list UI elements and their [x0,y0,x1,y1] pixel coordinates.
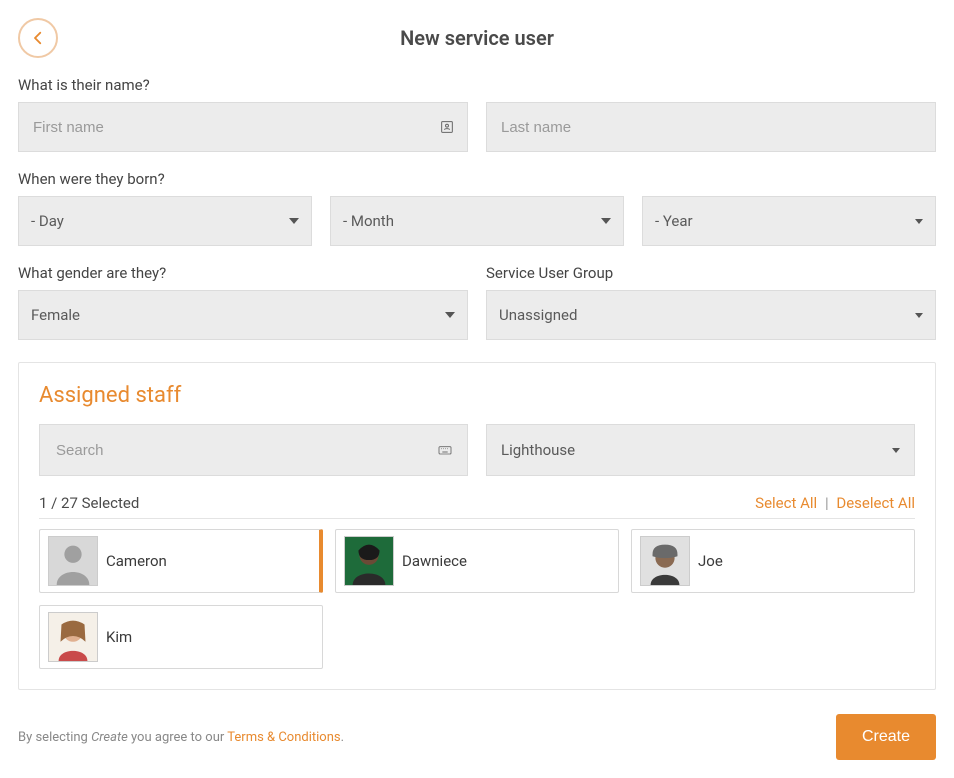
page-footer: By selecting Create you agree to our Ter… [18,714,936,760]
dob-label: When were they born? [18,170,936,188]
gender-select-value: Female [31,306,445,324]
avatar [48,536,98,586]
year-select-value: - Year [655,212,915,230]
month-select-value: - Month [343,212,601,230]
location-select-value: Lighthouse [501,441,892,459]
chevron-down-icon [289,218,299,224]
location-select[interactable]: Lighthouse [486,424,915,476]
select-all-link[interactable]: Select All [755,494,817,512]
chevron-down-icon [445,312,455,318]
staff-grid: Cameron Dawniece Joe Kim [39,529,915,669]
avatar [344,536,394,586]
staff-name: Dawniece [402,552,467,570]
staff-card[interactable]: Cameron [39,529,323,593]
link-separator: | [825,494,829,512]
chevron-down-icon [915,313,923,318]
year-select[interactable]: - Year [642,196,936,246]
back-button[interactable] [18,18,58,58]
assigned-staff-card: Assigned staff Lighthouse 1 / 27 Selecte… [18,362,936,690]
chevron-down-icon [892,448,900,453]
staff-name: Kim [106,628,132,646]
first-name-input[interactable] [31,118,439,137]
page-header: New service user [18,18,936,58]
keyboard-icon [437,442,453,458]
gender-select[interactable]: Female [18,290,468,340]
assigned-staff-title: Assigned staff [39,383,915,408]
contact-card-icon [439,119,455,135]
staff-name: Cameron [106,552,167,570]
day-select-value: - Day [31,212,289,230]
create-button[interactable]: Create [836,714,936,760]
last-name-input[interactable] [499,118,923,137]
chevron-down-icon [915,219,923,224]
avatar [640,536,690,586]
last-name-field-wrapper [486,102,936,152]
gender-label: What gender are they? [18,264,468,282]
staff-search-wrapper [39,424,468,476]
deselect-all-link[interactable]: Deselect All [836,494,915,512]
group-label: Service User Group [486,264,936,282]
staff-name: Joe [698,552,723,570]
chevron-down-icon [601,218,611,224]
footer-text: By selecting Create you agree to our Ter… [18,730,344,745]
staff-card[interactable]: Dawniece [335,529,619,593]
group-select-value: Unassigned [499,306,915,324]
avatar [48,612,98,662]
staff-card[interactable]: Kim [39,605,323,669]
name-label: What is their name? [18,76,936,94]
terms-link[interactable]: Terms & Conditions [227,730,340,745]
day-select[interactable]: - Day [18,196,312,246]
staff-search-input[interactable] [54,441,437,460]
selection-count-row: 1 / 27 Selected Select All | Deselect Al… [39,494,915,519]
group-select[interactable]: Unassigned [486,290,936,340]
month-select[interactable]: - Month [330,196,624,246]
selection-count: 1 / 27 Selected [39,494,139,512]
arrow-left-icon [29,29,47,47]
page-title: New service user [18,18,936,58]
first-name-field-wrapper [18,102,468,152]
staff-card[interactable]: Joe [631,529,915,593]
